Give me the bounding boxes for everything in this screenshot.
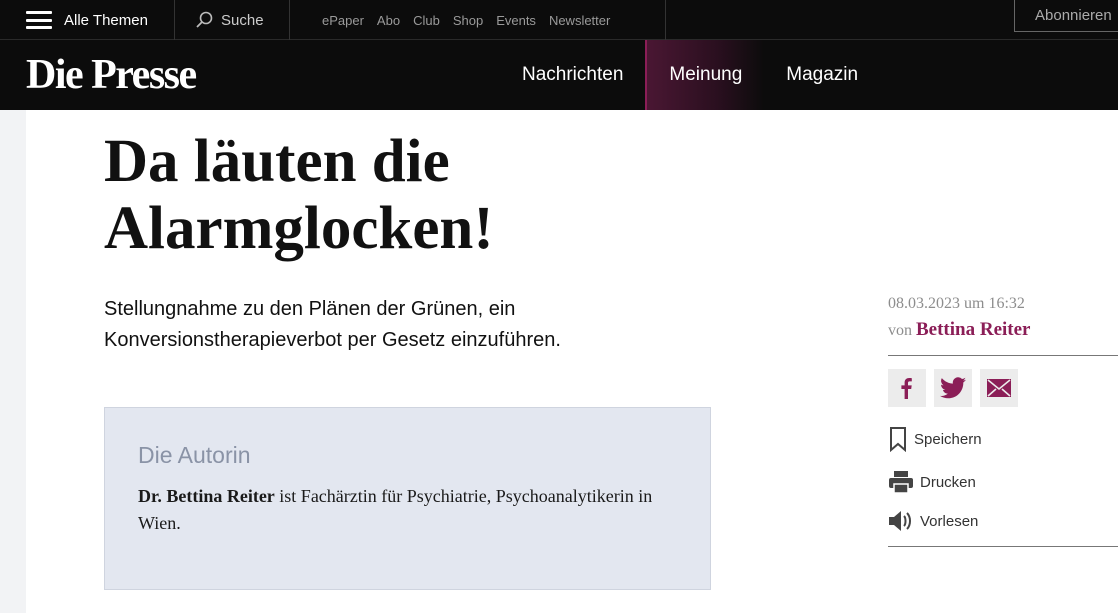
divider [888, 546, 1118, 547]
nav-item-magazin[interactable]: Magazin [764, 40, 880, 110]
divider [289, 0, 290, 40]
author-link[interactable]: Bettina Reiter [916, 319, 1030, 340]
divider [174, 0, 175, 40]
author-bio: Dr. Bettina Reiter ist Fachärztin für Ps… [138, 483, 658, 537]
article-area: Da läuten die Alarmglocken! Stellungnahm… [26, 110, 1118, 613]
author-info-box: Die Autorin Dr. Bettina Reiter ist Fachä… [104, 407, 711, 590]
print-button[interactable]: Drucken [888, 470, 976, 494]
divider [888, 355, 1118, 356]
site-logo[interactable]: Die Presse [26, 51, 197, 99]
main-nav: Nachrichten Meinung Magazin [500, 40, 880, 110]
byline-prefix: von [888, 322, 912, 339]
share-buttons [888, 369, 1018, 407]
all-topics-button[interactable]: Alle Themen [26, 0, 148, 40]
search-label: Suche [221, 11, 264, 29]
top-utility-bar: Alle Themen Suche ePaper Abo Club Shop E… [0, 0, 1118, 40]
nav-item-meinung[interactable]: Meinung [645, 40, 765, 110]
all-topics-label: Alle Themen [64, 11, 148, 29]
share-twitter-button[interactable] [934, 369, 972, 407]
byline: von Bettina Reiter [888, 319, 1030, 341]
speaker-icon [889, 511, 911, 531]
read-aloud-label: Vorlesen [920, 512, 979, 530]
search-icon [196, 11, 213, 28]
main-header: Die Presse Nachrichten Meinung Magazin [0, 40, 1118, 110]
service-links: ePaper Abo Club Shop Events Newsletter [322, 0, 610, 40]
link-abo[interactable]: Abo [377, 13, 400, 28]
link-epaper[interactable]: ePaper [322, 13, 364, 28]
search-button[interactable]: Suche [195, 0, 264, 40]
share-facebook-button[interactable] [888, 369, 926, 407]
article-lead: Stellungnahme zu den Plänen der Grünen, … [104, 298, 561, 351]
publish-date: 08.03.2023 um 16:32 [888, 295, 1025, 312]
link-newsletter[interactable]: Newsletter [549, 13, 610, 28]
mail-icon [987, 379, 1011, 397]
printer-icon [889, 471, 913, 494]
nav-item-nachrichten[interactable]: Nachrichten [500, 40, 645, 110]
facebook-icon [901, 378, 912, 399]
link-events[interactable]: Events [496, 13, 536, 28]
read-aloud-button[interactable]: Vorlesen [888, 509, 978, 533]
share-mail-button[interactable] [980, 369, 1018, 407]
subscribe-button[interactable]: Abonnieren [1014, 0, 1118, 32]
save-button[interactable]: Speichern [888, 426, 982, 452]
twitter-icon [940, 377, 966, 399]
save-label: Speichern [914, 430, 982, 448]
divider [665, 0, 666, 40]
bookmark-icon [890, 427, 906, 452]
hamburger-menu-icon [26, 11, 52, 29]
link-club[interactable]: Club [413, 13, 440, 28]
author-bio-name: Dr. Bettina Reiter [138, 486, 275, 506]
link-shop[interactable]: Shop [453, 13, 483, 28]
print-label: Drucken [920, 473, 976, 491]
article-headline: Da läuten die Alarmglocken! [104, 128, 494, 262]
author-box-title: Die Autorin [138, 442, 251, 468]
